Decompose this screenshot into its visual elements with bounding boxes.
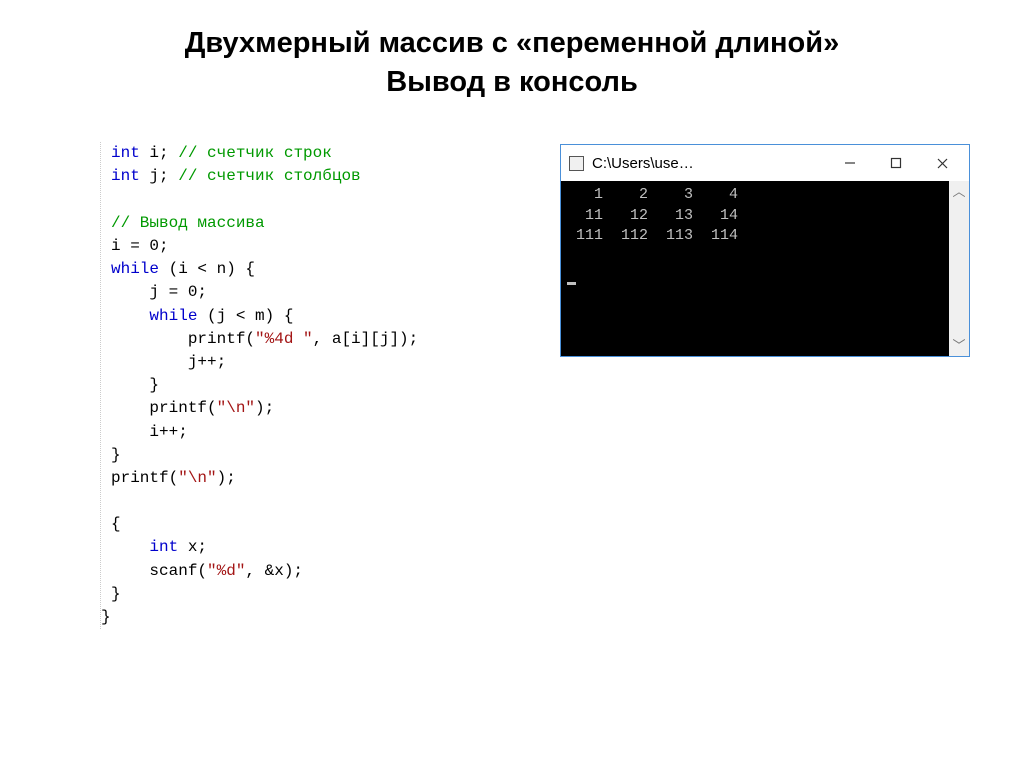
keyword-int: int bbox=[111, 144, 140, 162]
app-icon bbox=[569, 156, 584, 171]
scroll-down-icon[interactable]: ﹀ bbox=[952, 339, 965, 352]
title-line-2: Вывод в консоль bbox=[386, 66, 638, 98]
console-window: C:\Users\use… 1 2 3 4 11 12 13 14 111 11… bbox=[560, 144, 970, 357]
closing-brace: } bbox=[101, 606, 520, 629]
comment: // счетчик строк bbox=[178, 144, 332, 162]
string-literal: "%4d " bbox=[255, 330, 313, 348]
titlebar[interactable]: C:\Users\use… bbox=[561, 145, 969, 181]
comment: // Вывод массива bbox=[111, 214, 265, 232]
title-line-1: Двухмерный массив с «переменной длиной» bbox=[185, 27, 839, 59]
keyword-while: while bbox=[111, 260, 159, 278]
output-row: 11 12 13 14 bbox=[567, 207, 738, 224]
close-button[interactable] bbox=[919, 148, 965, 178]
scroll-up-icon[interactable]: ︿ bbox=[952, 185, 965, 198]
minimize-button[interactable] bbox=[827, 148, 873, 178]
string-literal: "\n" bbox=[217, 399, 255, 417]
output-row: 1 2 3 4 bbox=[567, 186, 738, 203]
string-literal: "%d" bbox=[207, 562, 245, 580]
console-output[interactable]: 1 2 3 4 11 12 13 14 111 112 113 114 bbox=[561, 181, 949, 356]
comment: // счетчик столбцов bbox=[178, 167, 360, 185]
code-block: int i; // счетчик строк int j; // счетчи… bbox=[111, 142, 520, 606]
keyword-int: int bbox=[149, 538, 178, 556]
keyword-while: while bbox=[149, 307, 197, 325]
scrollbar[interactable]: ︿ ﹀ bbox=[949, 181, 969, 356]
window-title: C:\Users\use… bbox=[592, 155, 694, 172]
output-row: 111 112 113 114 bbox=[567, 227, 738, 244]
keyword-int: int bbox=[111, 167, 140, 185]
string-literal: "\n" bbox=[178, 469, 216, 487]
cursor-icon bbox=[567, 282, 576, 285]
slide-title: Двухмерный массив с «переменной длиной» … bbox=[0, 0, 1024, 102]
maximize-button[interactable] bbox=[873, 148, 919, 178]
